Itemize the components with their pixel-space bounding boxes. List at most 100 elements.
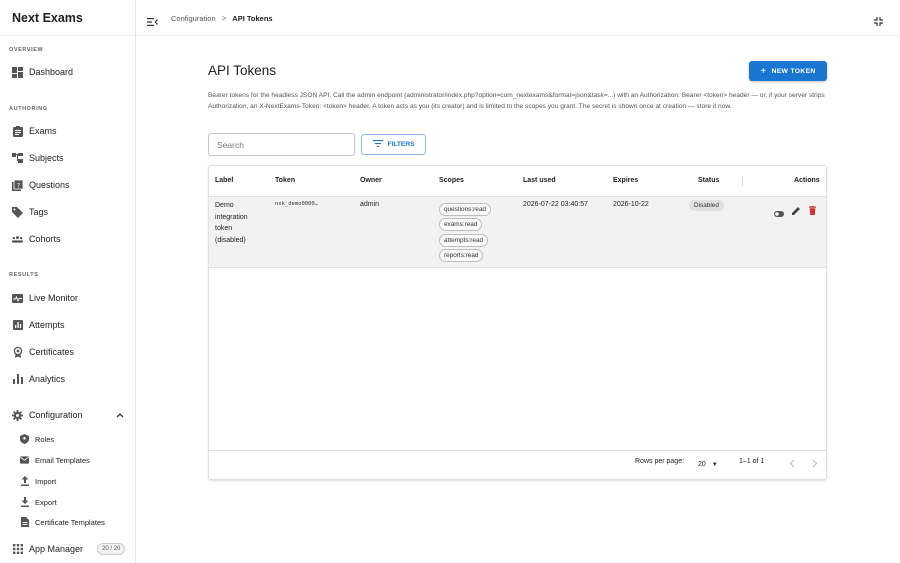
download-icon: [20, 497, 29, 507]
filters-label: FILTERS: [387, 141, 415, 148]
column-header-status[interactable]: Status: [698, 177, 719, 184]
label-line: (disabled): [215, 236, 246, 244]
scope-chip: attempts:read: [439, 234, 489, 247]
mail-icon: [20, 456, 29, 465]
plus-icon: +: [760, 65, 767, 77]
exit-fullscreen-icon[interactable]: [874, 13, 883, 31]
sidebar-item-label: Tags: [29, 207, 49, 217]
sidebar-item-certificates[interactable]: Certificates: [12, 343, 74, 361]
breadcrumb: Configuration > API Tokens: [171, 14, 273, 23]
section-authoring: AUTHORING: [9, 106, 48, 112]
sidebar-item-label: App Manager: [29, 544, 84, 554]
chevron-right-icon[interactable]: [812, 459, 818, 470]
bar-chart-icon: [12, 374, 23, 385]
rows-per-page-label: Rows per page:: [635, 458, 685, 465]
breadcrumb-current: API Tokens: [232, 14, 273, 23]
sidebar: Next Exams OVERVIEW Dashboard AUTHORING …: [0, 0, 136, 563]
column-separator: [742, 176, 743, 187]
toggle-icon[interactable]: [774, 204, 784, 222]
status-badge: Disabled: [689, 200, 724, 211]
app-title: Next Exams: [0, 0, 135, 36]
page-description: Bearer tokens for the headless JSON API.…: [208, 92, 825, 110]
gear-icon: [12, 409, 23, 421]
column-header-owner[interactable]: Owner: [360, 177, 382, 184]
sidebar-item-live-monitor[interactable]: Live Monitor: [12, 289, 78, 307]
sidebar-item-label: Export: [35, 497, 57, 507]
sidebar-item-label: Exams: [29, 126, 57, 136]
sidebar-item-label: Attempts: [29, 320, 65, 330]
label-line: Demo: [215, 202, 234, 209]
token-label-cell: Demo integration token (disabled): [215, 200, 265, 246]
upload-icon: [20, 476, 29, 486]
label-line: token: [215, 225, 233, 232]
token-prefix-cell: nxk_demo0000…: [275, 201, 319, 207]
sidebar-item-dashboard[interactable]: Dashboard: [12, 63, 73, 81]
sidebar-item-app-manager[interactable]: App Manager: [12, 540, 83, 558]
sidebar-item-label: Certificate Templates: [35, 517, 105, 527]
column-header-expires[interactable]: Expires: [613, 177, 638, 184]
clipboard-icon: [12, 125, 23, 137]
tag-icon: [12, 206, 23, 218]
sidebar-item-attempts[interactable]: Attempts: [12, 316, 65, 334]
sidebar-item-questions[interactable]: ? Questions: [12, 176, 70, 194]
section-results: RESULTS: [9, 272, 39, 278]
caret-down-icon: ▼: [711, 462, 718, 468]
sidebar-item-label: Roles: [35, 434, 55, 444]
assessment-icon: [12, 320, 23, 331]
sidebar-item-subjects[interactable]: Subjects: [12, 149, 64, 167]
sidebar-item-label: Cohorts: [29, 234, 61, 244]
scope-chip: reports:read: [439, 249, 484, 262]
chevron-up-icon[interactable]: [116, 411, 124, 420]
chevron-left-icon[interactable]: [789, 459, 795, 470]
sidebar-item-configuration[interactable]: Configuration: [12, 406, 83, 424]
column-header-label[interactable]: Label: [215, 177, 233, 184]
delete-icon[interactable]: [809, 202, 816, 220]
owner-cell: admin: [360, 201, 380, 208]
sidebar-item-label: Email Templates: [35, 455, 90, 465]
scope-chip: exams:read: [439, 218, 483, 231]
rows-per-page-select[interactable]: 20 ▼: [698, 461, 718, 468]
breadcrumb-parent[interactable]: Configuration: [171, 14, 216, 23]
sidebar-item-analytics[interactable]: Analytics: [12, 370, 65, 388]
label-line: integration: [215, 213, 248, 221]
table-pagination: Rows per page: 20 ▼ 1–1 of 1: [209, 450, 826, 481]
monitor-heartbeat-icon: [12, 293, 23, 304]
sidebar-item-email-templates[interactable]: Email Templates: [20, 452, 90, 468]
sidebar-item-import[interactable]: Import: [20, 473, 56, 489]
edit-icon[interactable]: [792, 202, 801, 220]
column-header-last-used[interactable]: Last used: [523, 177, 556, 184]
sidebar-item-label: Certificates: [29, 347, 75, 357]
groups-icon: [12, 234, 23, 245]
column-header-scopes[interactable]: Scopes: [439, 177, 464, 184]
quiz-icon: ?: [12, 179, 23, 191]
filters-button[interactable]: FILTERS: [361, 134, 426, 155]
app-count-badge: 20 / 20: [97, 543, 126, 555]
sidebar-item-roles[interactable]: Roles: [20, 431, 54, 447]
dashboard-icon: [12, 66, 23, 78]
sidebar-item-cohorts[interactable]: Cohorts: [12, 230, 61, 248]
column-header-token[interactable]: Token: [275, 177, 295, 184]
sidebar-item-certificate-templates[interactable]: Certificate Templates: [20, 514, 105, 530]
award-icon: [12, 346, 23, 358]
last-used-cell: 2026-07-22 03:40:57: [523, 201, 588, 208]
admin-shield-icon: [20, 434, 29, 444]
page-title: API Tokens: [208, 63, 277, 78]
table-header: Label Token Owner Scopes Last used Expir…: [209, 166, 826, 197]
column-header-actions: Actions: [794, 177, 820, 184]
sidebar-item-exams[interactable]: Exams: [12, 122, 57, 140]
search-input[interactable]: Search: [208, 133, 355, 156]
sidebar-item-label: Subjects: [29, 153, 64, 163]
sidebar-item-tags[interactable]: Tags: [12, 203, 48, 221]
rows-per-page-value: 20: [698, 461, 706, 468]
table-row[interactable]: Demo integration token (disabled) nxk_de…: [209, 197, 826, 268]
menu-collapse-icon[interactable]: [147, 13, 158, 31]
pagination-range: 1–1 of 1: [739, 458, 765, 465]
tokens-table: Label Token Owner Scopes Last used Expir…: [208, 165, 827, 480]
apps-grid-icon: [12, 544, 23, 555]
new-token-button[interactable]: + NEW TOKEN: [749, 61, 827, 81]
sidebar-item-export[interactable]: Export: [20, 494, 57, 510]
filter-list-icon: [372, 140, 383, 149]
sidebar-item-label: Dashboard: [29, 67, 74, 77]
new-token-label: NEW TOKEN: [771, 67, 816, 75]
sidebar-item-label: Import: [35, 476, 57, 486]
